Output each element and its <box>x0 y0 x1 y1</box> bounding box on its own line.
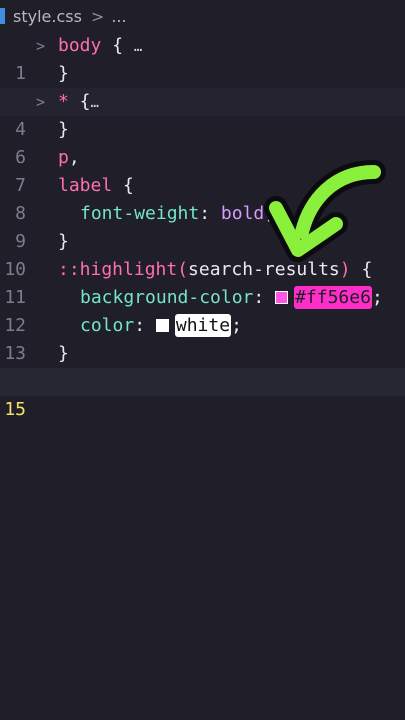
code-line-current[interactable]: 15 <box>0 368 405 420</box>
code-text: } <box>58 63 69 84</box>
css-file-icon <box>0 8 5 24</box>
breadcrumb: style.css > ... <box>0 0 405 32</box>
color-swatch[interactable] <box>155 319 169 332</box>
paren: ) <box>339 259 351 280</box>
code-text: } <box>58 343 69 364</box>
property: color <box>80 315 135 336</box>
code-line[interactable]: 3 } <box>0 60 405 112</box>
brace: { <box>112 175 134 196</box>
colon: : <box>199 203 221 224</box>
code-text: background-color: #ff56e6; <box>80 284 383 312</box>
comma: , <box>68 147 80 168</box>
code-line[interactable]: 6 } <box>0 116 405 168</box>
code-text: * {… <box>58 88 99 117</box>
color-swatch[interactable] <box>275 291 289 304</box>
value: bold <box>220 203 265 224</box>
value-highlighted: #ff56e6 <box>294 286 372 309</box>
curved-arrow-icon <box>264 160 386 262</box>
code-text: } <box>58 119 69 140</box>
line-number: 15 <box>4 399 26 420</box>
code-text: p, <box>58 144 80 172</box>
code-line[interactable]: 12 background-color: #ff56e6; <box>0 284 405 336</box>
argument: search-results <box>188 259 340 280</box>
brace: { <box>101 35 124 56</box>
breadcrumb-more[interactable]: ... <box>111 7 126 26</box>
selector: p <box>58 147 69 168</box>
semicolon: ; <box>231 315 242 336</box>
code-line[interactable]: 4 > * {… <box>0 88 405 140</box>
code-text: body { … <box>58 32 142 61</box>
code-editor: style.css > ... 1 > body { … 3 } 4 > * {… <box>0 0 405 720</box>
code-text: } <box>58 231 69 252</box>
code-text: color: white; <box>80 312 242 340</box>
code-text: font-weight: bold; <box>80 200 275 228</box>
folded-ellipsis[interactable]: … <box>91 95 99 111</box>
selector: * <box>58 91 69 112</box>
chevron-right-icon[interactable]: > <box>36 32 45 60</box>
colon: : <box>253 287 276 308</box>
selector: body <box>58 35 102 56</box>
code-line[interactable]: 14 } <box>0 340 405 392</box>
code-line[interactable]: 1 > body { … <box>0 32 405 84</box>
breadcrumb-file[interactable]: style.css <box>13 7 82 26</box>
breadcrumb-separator: > <box>90 6 105 26</box>
brace: { <box>350 259 373 280</box>
property: background-color <box>80 287 254 308</box>
brace: { <box>68 91 91 112</box>
folded-ellipsis[interactable]: … <box>134 39 142 55</box>
selector: ::highlight( <box>58 259 189 280</box>
selector: label <box>58 175 113 196</box>
chevron-right-icon[interactable]: > <box>36 88 45 116</box>
code-text: label { <box>58 172 134 200</box>
code-line[interactable]: 13 color: white; <box>0 312 405 364</box>
property: font-weight <box>80 203 200 224</box>
colon: : <box>134 315 156 336</box>
value-highlighted: white <box>174 314 232 337</box>
semicolon: ; <box>371 287 383 308</box>
